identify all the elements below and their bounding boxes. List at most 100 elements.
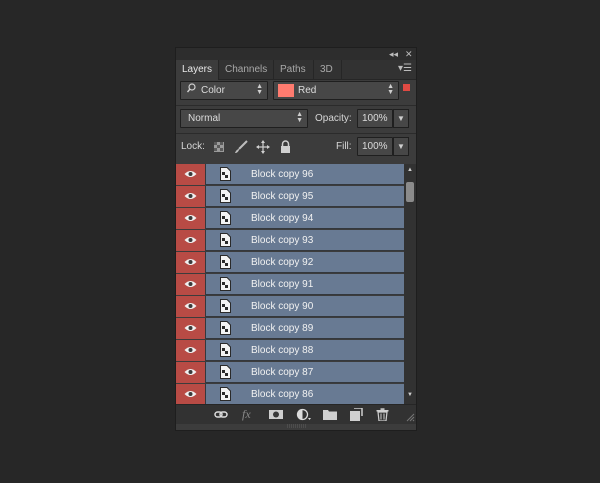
visibility-toggle[interactable] [176, 362, 206, 383]
layer-name: Block copy 90 [251, 301, 314, 312]
new-layer-icon[interactable] [349, 407, 363, 421]
smart-object-thumbnail-icon[interactable] [220, 387, 231, 401]
opacity-label: Opacity: [315, 113, 352, 124]
panel-tabs: Layers Channels Paths 3D ▾☰ [176, 60, 416, 80]
color-swatch [278, 84, 294, 97]
visibility-toggle[interactable] [176, 230, 206, 251]
filter-row: Color ▲ ▼ Red ▲ ▼ [176, 81, 416, 103]
lock-all-icon[interactable] [280, 140, 291, 156]
panel-footer: fx [176, 404, 416, 424]
visibility-toggle[interactable] [176, 318, 206, 339]
close-button[interactable]: ✕ [405, 48, 413, 60]
scroll-thumb[interactable] [406, 182, 414, 202]
visibility-toggle[interactable] [176, 384, 206, 404]
tab-layers[interactable]: Layers [176, 60, 219, 80]
visibility-toggle[interactable] [176, 164, 206, 185]
layer-row[interactable]: Block copy 88 [176, 340, 404, 361]
layer-row[interactable]: Block copy 91 [176, 274, 404, 295]
eye-icon [184, 215, 197, 221]
lock-transparent-pixels-icon[interactable] [214, 142, 224, 155]
smart-object-thumbnail-icon[interactable] [220, 365, 231, 379]
lock-label: Lock: [181, 141, 205, 152]
smart-object-thumbnail-icon[interactable] [220, 167, 231, 181]
layer-row[interactable]: Block copy 87 [176, 362, 404, 383]
visibility-toggle[interactable] [176, 274, 206, 295]
divider [176, 133, 416, 134]
mask-icon[interactable] [269, 408, 283, 421]
lock-position-icon[interactable] [256, 140, 270, 157]
visibility-toggle[interactable] [176, 208, 206, 229]
eye-icon [184, 281, 197, 287]
link-icon[interactable] [214, 408, 228, 421]
smart-object-thumbnail-icon[interactable] [220, 343, 231, 357]
eye-icon [184, 325, 197, 331]
smart-object-thumbnail-icon[interactable] [220, 321, 231, 335]
layer-name: Block copy 86 [251, 389, 314, 400]
layer-name: Block copy 89 [251, 323, 314, 334]
updown-arrows-icon: ▲ ▼ [296, 111, 303, 124]
filter-value-select[interactable]: Red ▲ ▼ [273, 81, 399, 100]
lock-image-pixels-icon[interactable] [234, 140, 248, 157]
layer-row[interactable]: Block copy 93 [176, 230, 404, 251]
layer-name: Block copy 87 [251, 367, 314, 378]
fill-input[interactable]: 100% [357, 137, 393, 156]
smart-object-thumbnail-icon[interactable] [220, 233, 231, 247]
scroll-down-icon[interactable]: ▼ [407, 392, 413, 398]
layer-name: Block copy 92 [251, 257, 314, 268]
fill-label: Fill: [336, 141, 352, 152]
opacity-input[interactable]: 100% [357, 109, 393, 128]
lock-row: Lock: Fill: 100% ▼ [176, 137, 416, 159]
search-icon [186, 82, 196, 99]
visibility-toggle[interactable] [176, 252, 206, 273]
opacity-dropdown-button[interactable]: ▼ [393, 109, 409, 128]
layer-name: Block copy 88 [251, 345, 314, 356]
updown-arrows-icon: ▲ ▼ [387, 83, 394, 96]
smart-object-thumbnail-icon[interactable] [220, 299, 231, 313]
layer-row[interactable]: Block copy 90 [176, 296, 404, 317]
eye-icon [184, 391, 197, 397]
layer-name: Block copy 96 [251, 169, 314, 180]
layer-list-scrollbar[interactable]: ▲ ▼ [404, 164, 416, 404]
layer-row[interactable]: Block copy 92 [176, 252, 404, 273]
layer-name: Block copy 93 [251, 235, 314, 246]
layer-row[interactable]: Block copy 96 [176, 164, 404, 185]
layer-name: Block copy 95 [251, 191, 314, 202]
filter-kind-label: Color [201, 85, 225, 96]
divider [176, 105, 416, 106]
visibility-toggle[interactable] [176, 340, 206, 361]
tab-3d[interactable]: 3D [314, 60, 342, 79]
scroll-up-icon[interactable]: ▲ [407, 167, 413, 173]
fill-dropdown-button[interactable]: ▼ [393, 137, 409, 156]
panel-menu-icon[interactable]: ▾☰ [398, 63, 412, 74]
fx-icon[interactable]: fx [242, 408, 256, 421]
layers-panel: ◂◂ ✕ Layers Channels Paths 3D ▾☰ Color ▲… [175, 47, 417, 431]
visibility-toggle[interactable] [176, 296, 206, 317]
layer-row[interactable]: Block copy 94 [176, 208, 404, 229]
tab-channels[interactable]: Channels [219, 60, 274, 79]
blend-row: Normal ▲ ▼ Opacity: 100% ▼ [176, 109, 416, 131]
filter-kind-select[interactable]: Color ▲ ▼ [180, 81, 268, 100]
smart-object-thumbnail-icon[interactable] [220, 189, 231, 203]
smart-object-thumbnail-icon[interactable] [220, 277, 231, 291]
blend-mode-select[interactable]: Normal ▲ ▼ [180, 109, 308, 128]
collapse-button[interactable]: ◂◂ [389, 48, 398, 60]
eye-icon [184, 193, 197, 199]
resize-grip-icon[interactable] [406, 413, 415, 425]
panel-drag-grip[interactable] [287, 424, 307, 428]
tab-paths[interactable]: Paths [274, 60, 314, 79]
folder-icon[interactable] [323, 408, 337, 421]
smart-object-thumbnail-icon[interactable] [220, 211, 231, 225]
layer-name: Block copy 91 [251, 279, 314, 290]
adjustment-icon[interactable] [296, 408, 311, 421]
layer-row[interactable]: Block copy 95 [176, 186, 404, 207]
updown-arrows-icon: ▲ ▼ [256, 83, 263, 96]
layer-list: Block copy 96 Block copy 95 Block copy 94 B… [176, 164, 416, 404]
visibility-toggle[interactable] [176, 186, 206, 207]
layer-row[interactable]: Block copy 86 [176, 384, 404, 404]
filter-toggle-indicator[interactable] [403, 84, 410, 91]
trash-icon[interactable] [376, 408, 390, 422]
layer-row[interactable]: Block copy 89 [176, 318, 404, 339]
smart-object-thumbnail-icon[interactable] [220, 255, 231, 269]
panel-titlebar[interactable]: ◂◂ ✕ [176, 48, 416, 60]
eye-icon [184, 347, 197, 353]
